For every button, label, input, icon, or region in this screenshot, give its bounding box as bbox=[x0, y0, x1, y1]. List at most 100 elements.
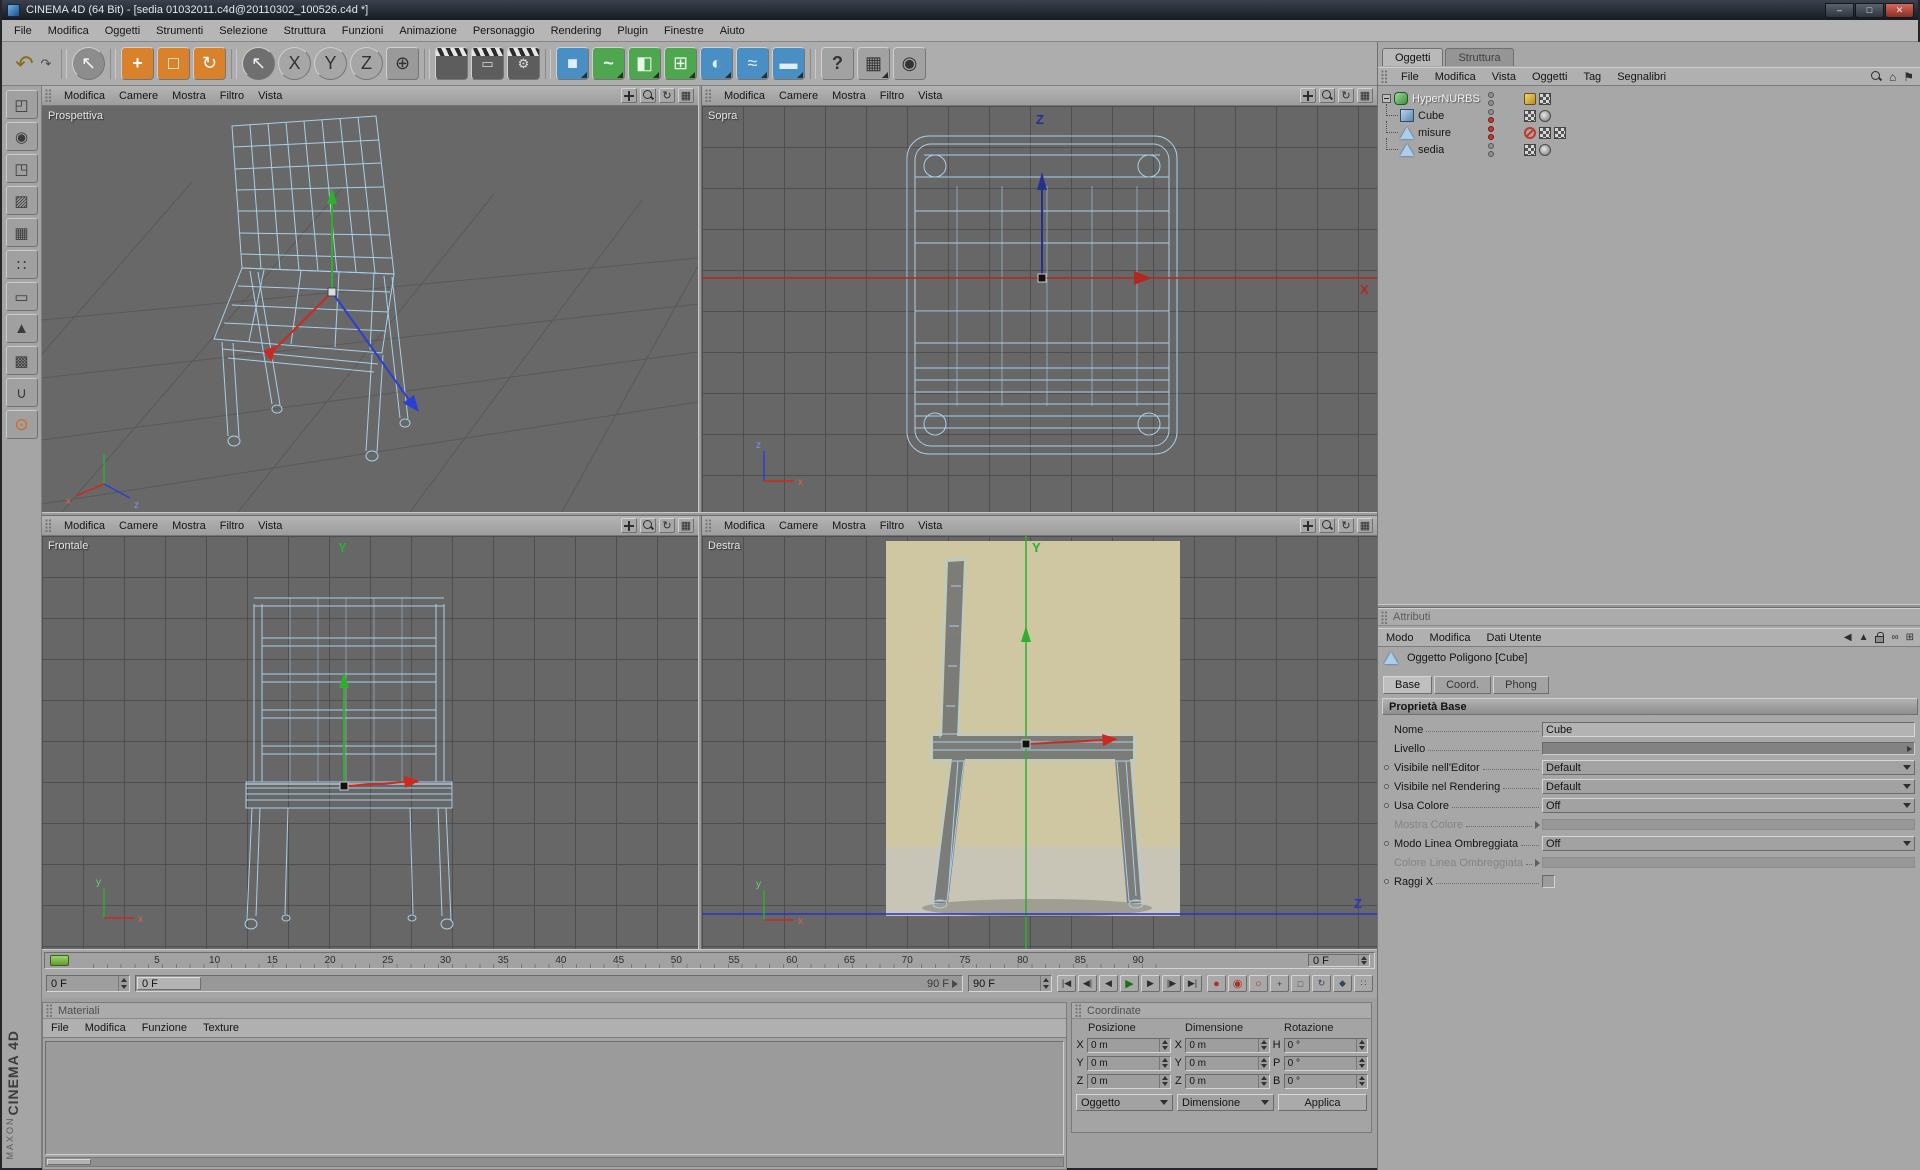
render-off-tag-icon[interactable] bbox=[1524, 127, 1536, 139]
viewport-menu-item[interactable]: Camere bbox=[112, 518, 165, 534]
spinner-up-icon[interactable] bbox=[1041, 976, 1051, 984]
object-row-hypernurbs[interactable]: HyperNURBS bbox=[1380, 90, 1920, 107]
move-tool-icon[interactable]: + bbox=[121, 47, 154, 80]
spinner-down-icon[interactable] bbox=[1259, 1045, 1269, 1052]
render-visibility-dot[interactable] bbox=[1488, 151, 1494, 157]
current-frame-input[interactable]: 0 F bbox=[46, 975, 130, 992]
live-selection-icon[interactable]: ↖ bbox=[72, 47, 105, 80]
spinner-down-icon[interactable] bbox=[1259, 1063, 1269, 1070]
viewport-menu-item[interactable]: Filtro bbox=[213, 518, 251, 534]
materials-menu-item[interactable]: Modifica bbox=[77, 1019, 134, 1037]
viewport-canvas-right[interactable]: Destra bbox=[702, 536, 1377, 949]
toolbar-separator[interactable] bbox=[545, 49, 551, 79]
new-panel-icon[interactable]: ⊞ bbox=[1906, 632, 1914, 643]
keyframe-dot-icon[interactable] bbox=[1384, 803, 1394, 808]
spinner-down-icon[interactable] bbox=[1160, 1063, 1170, 1070]
menubar-item[interactable]: Strumenti bbox=[148, 22, 211, 40]
spinner-down-icon[interactable] bbox=[1359, 961, 1369, 967]
manager-tab[interactable]: Struttura bbox=[1445, 48, 1513, 66]
panel-grip-icon[interactable] bbox=[1075, 1004, 1082, 1017]
autokey-button[interactable]: ◉ bbox=[1228, 975, 1247, 992]
viewport-menu-item[interactable]: Mostra bbox=[825, 518, 873, 534]
lock-z-axis-button[interactable]: Z bbox=[350, 47, 383, 80]
layer-selector[interactable] bbox=[1542, 742, 1915, 755]
add-environment-button[interactable]: ▬ bbox=[772, 47, 805, 80]
viewport-canvas-front[interactable]: Frontale bbox=[42, 536, 698, 949]
menubar-item[interactable]: Funzioni bbox=[334, 22, 392, 40]
object-manager-menu-item[interactable]: Oggetti bbox=[1524, 68, 1575, 86]
object-mode-dropdown[interactable]: Oggetto bbox=[1076, 1094, 1173, 1111]
rotate-view-icon[interactable]: ↻ bbox=[659, 518, 675, 533]
panel-grip-icon[interactable] bbox=[45, 89, 52, 102]
object-manager-menu-item[interactable]: Segnalibri bbox=[1609, 68, 1674, 86]
use-color-select[interactable]: Off bbox=[1542, 798, 1915, 813]
viewport-canvas-top[interactable]: Sopra bbox=[702, 106, 1377, 512]
toolbar-separator[interactable] bbox=[810, 49, 816, 79]
goto-end-button[interactable]: ▶| bbox=[1183, 975, 1202, 992]
panel-grip-icon[interactable] bbox=[1381, 611, 1388, 624]
editor-visibility-dot[interactable] bbox=[1488, 109, 1494, 115]
materials-title-bar[interactable]: Materiali bbox=[43, 1003, 1066, 1019]
section-header[interactable]: Proprietà Base bbox=[1382, 698, 1918, 715]
spinner-down-icon[interactable] bbox=[1357, 1063, 1367, 1070]
object-name[interactable]: HyperNURBS bbox=[1412, 93, 1480, 105]
lock-icon[interactable] bbox=[1875, 636, 1884, 643]
content-browser-button[interactable]: ◉ bbox=[893, 47, 926, 80]
coordinates-title-bar[interactable]: Coordinate bbox=[1072, 1003, 1371, 1019]
expand-arrow-icon[interactable] bbox=[1535, 821, 1540, 829]
next-key-button[interactable]: |▶ bbox=[1162, 975, 1181, 992]
rotate-tool-icon[interactable]: ↻ bbox=[193, 47, 226, 80]
attributes-menu-item[interactable]: Modifica bbox=[1422, 629, 1479, 647]
goto-start-button[interactable]: |◀ bbox=[1057, 975, 1076, 992]
lock-x-axis-button[interactable]: X bbox=[278, 47, 311, 80]
toolbar-separator[interactable] bbox=[110, 49, 116, 79]
spinner-down-icon[interactable] bbox=[1357, 1045, 1367, 1052]
object-name[interactable]: sedia bbox=[1418, 144, 1444, 156]
shaded-line-mode-select[interactable]: Off bbox=[1542, 836, 1915, 851]
spinner-down-icon[interactable] bbox=[1357, 1081, 1367, 1088]
keyframe-dot-icon[interactable] bbox=[1384, 841, 1394, 846]
render-visibility-dot[interactable] bbox=[1488, 100, 1494, 106]
materials-list-area[interactable] bbox=[45, 1041, 1064, 1155]
zoom-view-icon[interactable] bbox=[1319, 88, 1335, 103]
snap-settings-button[interactable]: ▦ bbox=[857, 47, 890, 80]
editor-visibility-dot[interactable] bbox=[1488, 143, 1494, 149]
texture-tag-icon[interactable] bbox=[1524, 110, 1536, 122]
attributes-title-bar[interactable]: Attributi bbox=[1378, 608, 1920, 626]
spinner-down-icon[interactable] bbox=[1041, 984, 1051, 992]
timeline-playhead[interactable] bbox=[50, 955, 69, 966]
points-mode-icon[interactable]: ∷ bbox=[6, 250, 38, 279]
toggle-view-icon[interactable]: ▦ bbox=[1357, 88, 1373, 103]
phong-tag-icon[interactable] bbox=[1539, 110, 1551, 122]
visible-render-select[interactable]: Default bbox=[1542, 779, 1915, 794]
viewport-menu-item[interactable]: Filtro bbox=[873, 518, 911, 534]
toolbar-separator[interactable] bbox=[424, 49, 430, 79]
spinner-down-icon[interactable] bbox=[1160, 1045, 1170, 1052]
object-manager-menu-item[interactable]: Modifica bbox=[1427, 68, 1484, 86]
rotate-view-icon[interactable]: ↻ bbox=[659, 88, 675, 103]
panel-grip-icon[interactable] bbox=[705, 89, 712, 102]
display-tag-icon[interactable] bbox=[1524, 93, 1536, 105]
maximize-button[interactable]: □ bbox=[1855, 3, 1884, 18]
texture-mode-icon[interactable]: ▨ bbox=[6, 186, 38, 215]
zoom-view-icon[interactable] bbox=[1319, 518, 1335, 533]
add-primitive-button[interactable]: ■ bbox=[556, 47, 589, 80]
render-settings-button[interactable]: ⚙ bbox=[507, 47, 540, 80]
viewport-vertical-splitter[interactable] bbox=[698, 86, 702, 949]
menubar-item[interactable]: Aiuto bbox=[712, 22, 753, 40]
add-spline-button[interactable]: ~ bbox=[592, 47, 625, 80]
panel-grip-icon[interactable] bbox=[705, 519, 712, 532]
viewport-menu-item[interactable]: Mostra bbox=[165, 518, 213, 534]
record-pla-button[interactable]: ∷ bbox=[1354, 975, 1373, 992]
prev-frame-button[interactable]: ◀ bbox=[1099, 975, 1118, 992]
texture-tag-icon[interactable] bbox=[1524, 144, 1536, 156]
object-row-cube[interactable]: Cube bbox=[1380, 107, 1920, 124]
model-mode-icon[interactable]: ◉ bbox=[6, 122, 38, 151]
editor-visibility-dot[interactable] bbox=[1488, 126, 1494, 132]
toggle-view-icon[interactable]: ▦ bbox=[1357, 518, 1373, 533]
texture-axis-mode-icon[interactable]: ◳ bbox=[6, 154, 38, 183]
rotation-p-input[interactable]: 0 ° bbox=[1284, 1056, 1368, 1071]
panel-grip-icon[interactable] bbox=[1381, 70, 1388, 83]
record-keyframe-button[interactable]: ● bbox=[1207, 975, 1226, 992]
render-visibility-dot[interactable] bbox=[1488, 134, 1494, 140]
